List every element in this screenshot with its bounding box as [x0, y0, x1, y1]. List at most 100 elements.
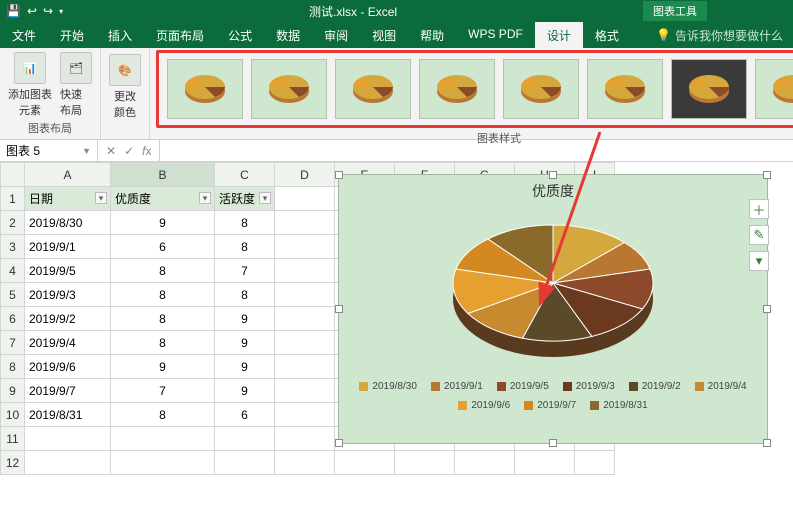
- cell-G12[interactable]: [455, 451, 515, 475]
- cell-D7[interactable]: [275, 331, 335, 355]
- row-header-2[interactable]: 2: [1, 211, 25, 235]
- cell-C2[interactable]: 8: [215, 211, 275, 235]
- chart-style-thumb-8[interactable]: [755, 59, 793, 119]
- tab-page-layout[interactable]: 页面布局: [144, 22, 216, 48]
- tab-wps-pdf[interactable]: WPS PDF: [456, 22, 535, 48]
- cell-A7[interactable]: 2019/9/4: [25, 331, 111, 355]
- cell-A5[interactable]: 2019/9/3: [25, 283, 111, 307]
- cell-C4[interactable]: 7: [215, 259, 275, 283]
- save-icon[interactable]: 💾: [6, 4, 21, 18]
- cell-C11[interactable]: [215, 427, 275, 451]
- legend-item-6[interactable]: 2019/9/6: [458, 400, 510, 411]
- cell-A9[interactable]: 2019/9/7: [25, 379, 111, 403]
- cell-E12[interactable]: [335, 451, 395, 475]
- tab-design[interactable]: 设计: [535, 22, 583, 48]
- cell-C8[interactable]: 9: [215, 355, 275, 379]
- cell-B4[interactable]: 8: [111, 259, 215, 283]
- row-header-4[interactable]: 4: [1, 259, 25, 283]
- cell-B7[interactable]: 8: [111, 331, 215, 355]
- legend-item-1[interactable]: 2019/9/1: [431, 381, 483, 392]
- cell-B12[interactable]: [111, 451, 215, 475]
- row-header-1[interactable]: 1: [1, 187, 25, 211]
- column-header-B[interactable]: B: [111, 163, 215, 187]
- chart-styles-gallery[interactable]: [156, 50, 793, 128]
- cell-B5[interactable]: 8: [111, 283, 215, 307]
- filter-dropdown-icon[interactable]: ▾: [95, 192, 107, 204]
- cell-D2[interactable]: [275, 211, 335, 235]
- cell-D6[interactable]: [275, 307, 335, 331]
- cell-D5[interactable]: [275, 283, 335, 307]
- cell-H12[interactable]: [515, 451, 575, 475]
- cell-D11[interactable]: [275, 427, 335, 451]
- tab-insert[interactable]: 插入: [96, 22, 144, 48]
- chart-style-thumb-7[interactable]: [671, 59, 747, 119]
- cell-A4[interactable]: 2019/9/5: [25, 259, 111, 283]
- column-header-C[interactable]: C: [215, 163, 275, 187]
- cell-A11[interactable]: [25, 427, 111, 451]
- cell-A8[interactable]: 2019/9/6: [25, 355, 111, 379]
- chart-style-thumb-3[interactable]: [335, 59, 411, 119]
- cell-D3[interactable]: [275, 235, 335, 259]
- row-header-6[interactable]: 6: [1, 307, 25, 331]
- cell-D1[interactable]: [275, 187, 335, 211]
- row-header-3[interactable]: 3: [1, 235, 25, 259]
- cell-C3[interactable]: 8: [215, 235, 275, 259]
- name-box[interactable]: 图表 5▼: [0, 140, 98, 161]
- cell-A10[interactable]: 2019/8/31: [25, 403, 111, 427]
- legend-item-2[interactable]: 2019/9/5: [497, 381, 549, 392]
- cancel-icon[interactable]: ✕: [106, 144, 116, 158]
- cell-C6[interactable]: 9: [215, 307, 275, 331]
- cell-C9[interactable]: 9: [215, 379, 275, 403]
- tab-formulas[interactable]: 公式: [216, 22, 264, 48]
- chart-style-thumb-5[interactable]: [503, 59, 579, 119]
- chart-styles-button[interactable]: ✎: [749, 225, 769, 245]
- row-header-5[interactable]: 5: [1, 283, 25, 307]
- row-header-12[interactable]: 12: [1, 451, 25, 475]
- column-header-D[interactable]: D: [275, 163, 335, 187]
- tab-home[interactable]: 开始: [48, 22, 96, 48]
- cell-C5[interactable]: 8: [215, 283, 275, 307]
- legend-item-5[interactable]: 2019/9/4: [695, 381, 747, 392]
- row-header-10[interactable]: 10: [1, 403, 25, 427]
- cell-B8[interactable]: 9: [111, 355, 215, 379]
- cell-B9[interactable]: 7: [111, 379, 215, 403]
- cell-C10[interactable]: 6: [215, 403, 275, 427]
- change-colors-button[interactable]: 🎨 更改 颜色: [109, 54, 141, 120]
- chart-plot-area[interactable]: [339, 201, 767, 375]
- cell-D12[interactable]: [275, 451, 335, 475]
- tab-file[interactable]: 文件: [0, 22, 48, 48]
- cell-I12[interactable]: [575, 451, 615, 475]
- row-header-11[interactable]: 11: [1, 427, 25, 451]
- cell-C7[interactable]: 9: [215, 331, 275, 355]
- row-header-9[interactable]: 9: [1, 379, 25, 403]
- header-cell-A[interactable]: 日期▾: [25, 187, 111, 211]
- enter-icon[interactable]: ✓: [124, 144, 134, 158]
- tell-me[interactable]: 💡 告诉我你想要做什么: [646, 22, 793, 48]
- tab-view[interactable]: 视图: [360, 22, 408, 48]
- legend-item-8[interactable]: 2019/8/31: [590, 400, 648, 411]
- cell-C12[interactable]: [215, 451, 275, 475]
- cell-B11[interactable]: [111, 427, 215, 451]
- cell-B2[interactable]: 9: [111, 211, 215, 235]
- cell-A6[interactable]: 2019/9/2: [25, 307, 111, 331]
- chart-elements-button[interactable]: ＋: [749, 199, 769, 219]
- chart-style-thumb-6[interactable]: [587, 59, 663, 119]
- cell-A12[interactable]: [25, 451, 111, 475]
- column-header-A[interactable]: A: [25, 163, 111, 187]
- cell-B6[interactable]: 8: [111, 307, 215, 331]
- legend-item-4[interactable]: 2019/9/2: [629, 381, 681, 392]
- cell-D9[interactable]: [275, 379, 335, 403]
- cell-D10[interactable]: [275, 403, 335, 427]
- redo-icon[interactable]: ↪: [43, 4, 53, 18]
- legend-item-0[interactable]: 2019/8/30: [359, 381, 417, 392]
- cell-B3[interactable]: 6: [111, 235, 215, 259]
- add-chart-element-button[interactable]: 📊 添加图表 元素: [8, 52, 52, 118]
- cell-D4[interactable]: [275, 259, 335, 283]
- cell-A3[interactable]: 2019/9/1: [25, 235, 111, 259]
- cell-F12[interactable]: [395, 451, 455, 475]
- tab-help[interactable]: 帮助: [408, 22, 456, 48]
- tab-data[interactable]: 数据: [264, 22, 312, 48]
- cell-D8[interactable]: [275, 355, 335, 379]
- cell-B10[interactable]: 8: [111, 403, 215, 427]
- filter-dropdown-icon[interactable]: ▾: [199, 192, 211, 204]
